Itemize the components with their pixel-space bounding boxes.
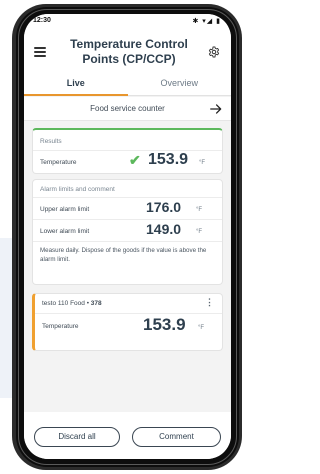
alarm-comment: Measure daily. Dispose of the goods if t…: [40, 247, 207, 263]
results-card: Results Temperature ✔ 153.9 °F: [32, 128, 223, 174]
divider: [35, 313, 222, 314]
sensor-title: testo 110 Food • 378: [42, 300, 102, 307]
sensor-temperature-unit: °F: [198, 325, 205, 331]
active-tab-indicator: [24, 94, 128, 96]
status-bar: 12:30 ✱ ▾◢ ▮: [24, 14, 231, 32]
location-label: Food service counter: [90, 104, 165, 113]
upper-alarm-value: 176.0: [146, 199, 182, 215]
results-temperature-value: 153.9: [148, 151, 189, 168]
sensor-id: 378: [90, 300, 102, 307]
sensor-name: testo 110 Food: [42, 300, 85, 307]
hamburger-menu-icon[interactable]: [34, 47, 46, 57]
tab-live[interactable]: Live: [24, 78, 128, 88]
discard-all-button[interactable]: Discard all: [34, 427, 120, 447]
tab-overview[interactable]: Overview: [128, 78, 232, 88]
phone-screen: 12:30 ✱ ▾◢ ▮ Temperature Control Points …: [24, 14, 231, 459]
sensor-temperature-value: 153.9: [143, 315, 186, 334]
divider: [33, 219, 222, 220]
location-selector[interactable]: Food service counter: [24, 97, 231, 121]
status-icons: ✱ ▾◢ ▮: [192, 18, 221, 25]
page-title: Temperature Control Points (CP/CCP): [70, 37, 188, 66]
gear-icon[interactable]: [208, 46, 220, 58]
bottom-action-bar: Discard all Comment: [24, 412, 231, 459]
app-bar: Temperature Control Points (CP/CCP): [24, 32, 231, 74]
upper-alarm-unit: °F: [196, 207, 203, 213]
tab-bar: Live Overview: [24, 74, 231, 96]
results-temperature-label: Temperature: [40, 159, 77, 166]
arrow-right-icon[interactable]: [209, 102, 223, 116]
divider: [33, 197, 222, 198]
page: 12:30 ✱ ▾◢ ▮ Temperature Control Points …: [0, 0, 245, 474]
check-icon: ✔: [129, 152, 141, 168]
sensor-card: testo 110 Food • 378 ⋮ Temperature 153.9…: [32, 293, 223, 351]
status-time: 12:30: [33, 17, 51, 24]
alarm-header: Alarm limits and comment: [40, 186, 115, 193]
divider: [33, 150, 222, 151]
results-header: Results: [40, 138, 62, 145]
alarm-limits-card: Alarm limits and comment Upper alarm lim…: [32, 179, 223, 285]
lower-alarm-label: Lower alarm limit: [40, 228, 90, 235]
divider: [33, 241, 222, 242]
results-temperature-unit: °F: [199, 160, 206, 166]
lower-alarm-value: 149.0: [146, 221, 182, 237]
upper-alarm-label: Upper alarm limit: [40, 206, 90, 213]
more-options-icon[interactable]: ⋮: [205, 298, 214, 307]
lower-alarm-unit: °F: [196, 229, 203, 235]
sensor-temperature-label: Temperature: [42, 323, 79, 330]
comment-button[interactable]: Comment: [132, 427, 221, 447]
